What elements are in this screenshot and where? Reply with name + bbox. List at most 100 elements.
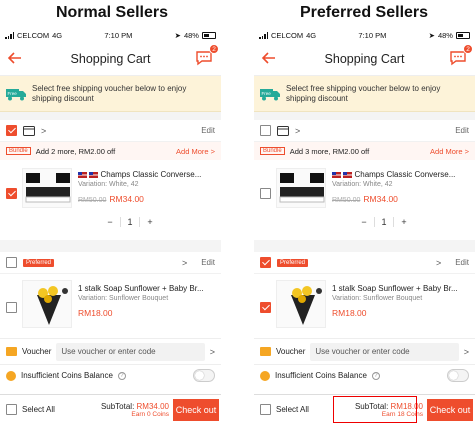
free-shipping-banner[interactable]: Free Select free shipping voucher below … — [0, 76, 221, 112]
voucher-input[interactable]: Use voucher or enter code — [310, 342, 459, 361]
item-variation[interactable]: Variation: Sunflower Bouquet — [78, 295, 217, 302]
shop-checkbox[interactable] — [6, 125, 17, 136]
item-name[interactable]: Champs Classic Converse... — [78, 170, 217, 179]
quantity-value[interactable]: 1 — [120, 217, 140, 227]
bundle-text: Add 2 more, RM2.00 off — [35, 146, 116, 156]
quantity-stepper: − 1 + — [354, 215, 414, 229]
coin-icon — [260, 370, 270, 381]
bundle-row: Bundle Add 2 more, RM2.00 off Add More > — [0, 142, 221, 160]
banner-text-line2: shipping discount — [32, 93, 94, 103]
item-checkbox[interactable] — [6, 188, 17, 199]
item-checkbox[interactable] — [260, 302, 271, 313]
cart-item-converse: Champs Classic Converse... Variation: Wh… — [0, 160, 221, 240]
carrier: CELCOM — [271, 30, 304, 40]
checkout-bar: Select All SubTotal: RM34.00 Earn 0 Coin… — [0, 394, 221, 424]
checkout-button[interactable]: Check out — [427, 398, 473, 421]
help-icon[interactable]: ? — [117, 371, 126, 380]
select-all-label[interactable]: Select All — [22, 405, 55, 414]
item-name[interactable]: Champs Classic Converse... — [332, 170, 471, 179]
voucher-chevron-icon[interactable]: > — [210, 347, 215, 357]
earn-coins: Earn 0 Coins — [131, 410, 169, 418]
shop-chevron-icon[interactable]: > — [436, 258, 441, 268]
item-variation[interactable]: Variation: White, 42 — [332, 181, 471, 188]
edit-button[interactable]: Edit — [455, 258, 469, 267]
shop-checkbox[interactable] — [260, 257, 271, 268]
coin-icon — [6, 370, 16, 381]
chat-badge: 2 — [463, 44, 473, 54]
sunflower-thumbnail[interactable] — [276, 280, 326, 328]
cart-header: Shopping Cart 2 — [0, 42, 221, 76]
item-variation[interactable]: Variation: White, 42 — [78, 181, 217, 188]
free-shipping-truck-icon: Free — [6, 88, 26, 100]
shop-chevron-icon[interactable]: > — [295, 126, 300, 136]
edit-button[interactable]: Edit — [455, 126, 469, 135]
increase-button[interactable]: + — [140, 217, 160, 227]
item-name[interactable]: 1 stalk Soap Sunflower + Baby Br... — [78, 284, 217, 293]
free-shipping-truck-icon: Free — [260, 88, 280, 100]
original-price: RM50.00 — [78, 197, 107, 204]
decrease-button[interactable]: − — [100, 217, 120, 227]
shop-chevron-icon[interactable]: > — [41, 126, 46, 136]
battery-icon — [201, 31, 216, 39]
item-name[interactable]: 1 stalk Soap Sunflower + Baby Br... — [332, 284, 471, 293]
signal-icon — [5, 31, 14, 39]
select-all-label[interactable]: Select All — [276, 405, 309, 414]
select-all-checkbox[interactable] — [6, 404, 17, 415]
battery-level: 48% — [437, 30, 453, 40]
converse-thumbnail[interactable] — [276, 168, 326, 208]
sale-price: RM34.00 — [109, 194, 144, 204]
shop-row-2: Preferred > Edit — [0, 252, 221, 274]
voucher-chevron-icon[interactable]: > — [464, 347, 469, 357]
coins-row: Insufficient Coins Balance ? — [0, 364, 221, 386]
carrier: CELCOM — [17, 30, 50, 40]
shop-checkbox[interactable] — [6, 257, 17, 268]
shop-icon — [23, 125, 35, 136]
add-more-link[interactable]: Add More > — [430, 147, 469, 156]
add-more-link[interactable]: Add More > — [176, 147, 215, 156]
edit-button[interactable]: Edit — [201, 258, 215, 267]
coins-toggle[interactable] — [193, 369, 215, 382]
sale-price: RM34.00 — [363, 194, 398, 204]
network: 4G — [306, 30, 317, 40]
item-checkbox[interactable] — [260, 188, 271, 199]
bundle-row: Bundle Add 3 more, RM2.00 off Add More > — [254, 142, 475, 160]
edit-button[interactable]: Edit — [201, 126, 215, 135]
my-flag-icon — [343, 171, 353, 178]
preferred-badge: Preferred — [277, 258, 309, 267]
shop-checkbox[interactable] — [260, 125, 271, 136]
clock: 7:10 PM — [358, 30, 387, 40]
help-icon[interactable]: ? — [371, 371, 380, 380]
quantity-stepper: − 1 + — [100, 215, 160, 229]
item-variation[interactable]: Variation: Sunflower Bouquet — [332, 295, 471, 302]
checkout-button[interactable]: Check out — [173, 398, 219, 421]
normal-seller-cart-panel: CELCOM 4G 7:10 PM ➤ 48% Shopping Cart 2 Fr… — [0, 28, 221, 425]
bundle-text: Add 3 more, RM2.00 off — [289, 146, 370, 156]
shop-chevron-icon[interactable]: > — [182, 258, 187, 268]
voucher-row: Voucher Use voucher or enter code > — [0, 338, 221, 364]
banner-text-line1: Select free shipping voucher below to en… — [286, 83, 441, 93]
coins-label: Insufficient Coins Balance — [275, 371, 367, 380]
converse-thumbnail[interactable] — [22, 168, 72, 208]
original-price: RM50.00 — [332, 197, 361, 204]
decrease-button[interactable]: − — [354, 217, 374, 227]
coins-toggle[interactable] — [447, 369, 469, 382]
cart-item-sunflower: 1 stalk Soap Sunflower + Baby Br... Vari… — [0, 274, 221, 340]
sunflower-thumbnail[interactable] — [22, 280, 72, 328]
location-icon: ➤ — [428, 30, 435, 40]
quantity-value[interactable]: 1 — [374, 217, 394, 227]
back-arrow-icon[interactable] — [6, 49, 24, 67]
us-flag-icon — [78, 171, 87, 178]
free-shipping-banner[interactable]: Free Select free shipping voucher below … — [254, 76, 475, 112]
back-arrow-icon[interactable] — [260, 49, 278, 67]
select-all-checkbox[interactable] — [260, 404, 271, 415]
network: 4G — [52, 30, 63, 40]
voucher-label: Voucher — [276, 347, 306, 356]
preferred-badge: Preferred — [23, 258, 55, 267]
voucher-row: Voucher Use voucher or enter code > — [254, 338, 475, 364]
left-caption: Normal Sellers — [55, 4, 169, 21]
voucher-input[interactable]: Use voucher or enter code — [56, 342, 205, 361]
item-checkbox[interactable] — [6, 302, 17, 313]
my-flag-icon — [89, 171, 99, 178]
increase-button[interactable]: + — [394, 217, 414, 227]
bundle-tag: Bundle — [6, 147, 31, 155]
